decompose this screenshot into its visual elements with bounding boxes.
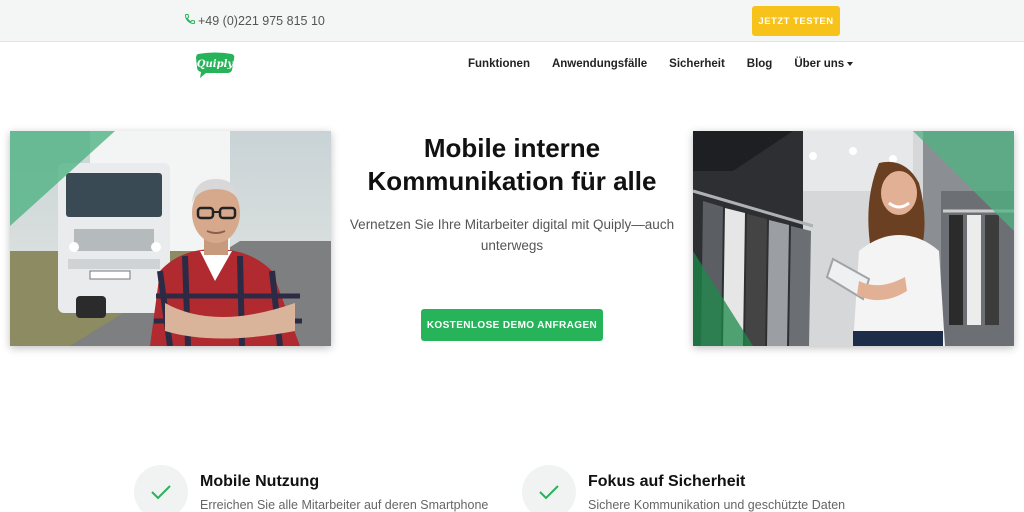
feature-icon-circle	[522, 465, 576, 512]
check-icon	[151, 485, 171, 500]
nav-item-sicherheit[interactable]: Sicherheit	[669, 58, 725, 70]
phone-icon	[184, 13, 196, 28]
nav-item-ueber-uns-label: Über uns	[794, 58, 845, 70]
nav-item-anwendungsfaelle[interactable]: Anwendungsfälle	[552, 58, 647, 70]
hero-title: Mobile interne Kommunikation für alle	[367, 133, 657, 196]
hero-subtitle: Vernetzen Sie Ihre Mitarbeiter digital m…	[349, 217, 675, 253]
request-demo-button[interactable]: KOSTENLOSE DEMO ANFRAGEN	[421, 309, 603, 341]
nav-item-funktionen[interactable]: Funktionen	[468, 58, 530, 70]
check-icon	[539, 485, 559, 500]
quiply-logo[interactable]: Quiply	[194, 51, 236, 79]
logo-text: Quiply	[197, 59, 235, 70]
feature-title: Fokus auf Sicherheit	[588, 473, 746, 490]
nav-item-ueber-uns[interactable]: Über uns	[794, 58, 854, 70]
feature-title: Mobile Nutzung	[200, 473, 320, 490]
phone-number: +49 (0)221 975 815 10	[198, 13, 325, 28]
feature-icon-circle	[134, 465, 188, 512]
chevron-down-icon	[847, 61, 854, 66]
nav-item-blog[interactable]: Blog	[747, 58, 773, 70]
feature-text: Sichere Kommunikation und geschützte Dat…	[588, 498, 846, 512]
top-bar: +49 (0)221 975 815 10 JETZT TESTEN	[0, 0, 1024, 42]
try-now-button[interactable]: JETZT TESTEN	[752, 6, 840, 36]
main-nav: Funktionen Anwendungsfälle Sicherheit Bl…	[468, 58, 854, 70]
retail-worker-photo	[693, 131, 1014, 346]
feature-text: Erreichen Sie alle Mitarbeiter auf deren…	[200, 498, 489, 512]
phone-contact[interactable]: +49 (0)221 975 815 10	[184, 13, 325, 28]
truck-driver-photo	[10, 131, 331, 346]
